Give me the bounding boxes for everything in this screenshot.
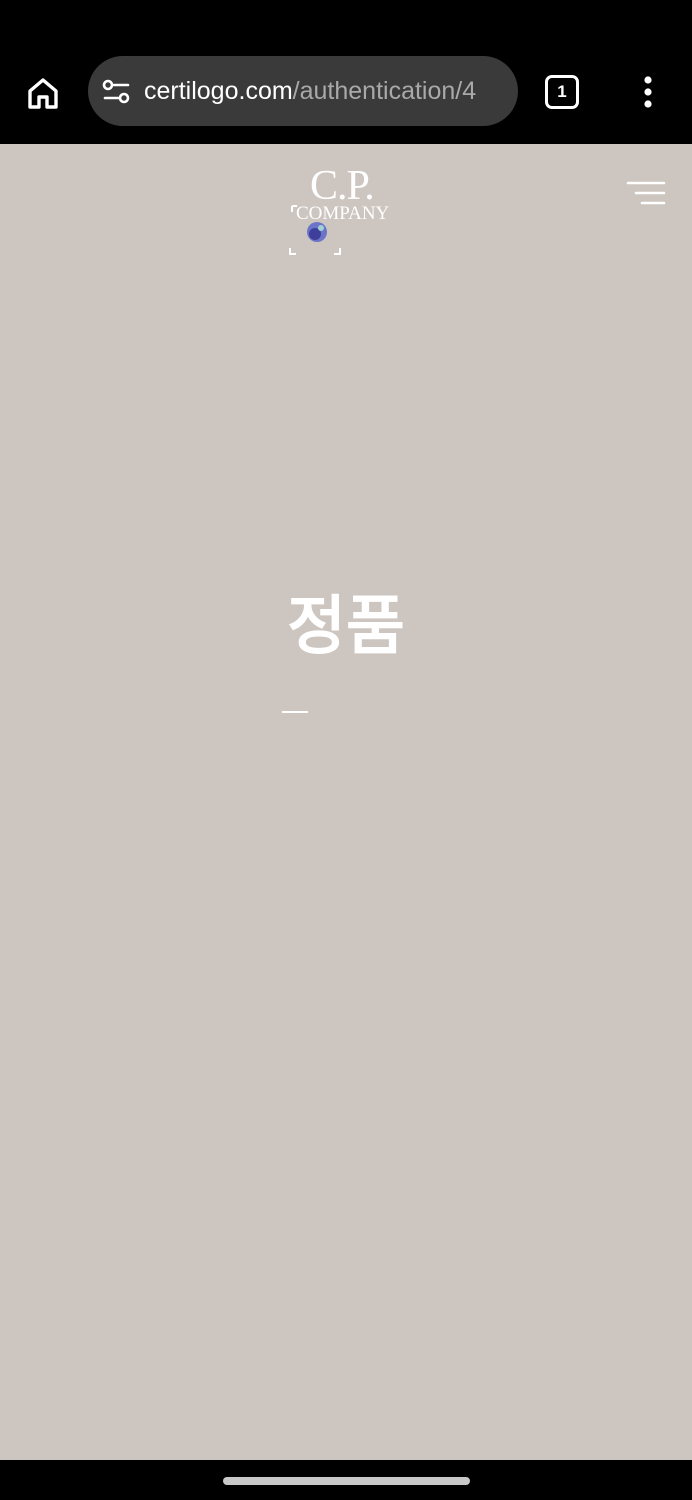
page-content: C.P. COMPANY 정품 bbox=[0, 144, 692, 1460]
tab-switcher-button[interactable]: 1 bbox=[545, 75, 579, 109]
authentication-result-title: 정품 bbox=[287, 590, 405, 664]
tune-icon[interactable] bbox=[102, 79, 132, 105]
scan-frame-icon bbox=[289, 205, 341, 255]
hamburger-icon[interactable] bbox=[626, 180, 666, 208]
home-button[interactable] bbox=[22, 72, 64, 114]
url-path: /authentication/4 bbox=[292, 77, 477, 105]
address-bar[interactable]: certilogo.com/authentication/4 bbox=[88, 56, 518, 126]
gesture-handle[interactable] bbox=[223, 1477, 470, 1485]
browser-toolbar: certilogo.com/authentication/4 1 bbox=[0, 0, 692, 144]
url-text[interactable]: certilogo.com/authentication/4 bbox=[144, 74, 506, 108]
system-navigation-bar bbox=[0, 1460, 692, 1500]
home-icon bbox=[28, 78, 58, 109]
url-domain: certilogo.com bbox=[144, 77, 293, 105]
browser-menu-button[interactable] bbox=[630, 74, 666, 110]
logo-text-cp: C.P. bbox=[310, 163, 375, 209]
brand-logo[interactable]: C.P. COMPANY bbox=[288, 164, 408, 264]
more-vert-icon bbox=[644, 76, 652, 108]
title-divider bbox=[282, 711, 308, 713]
